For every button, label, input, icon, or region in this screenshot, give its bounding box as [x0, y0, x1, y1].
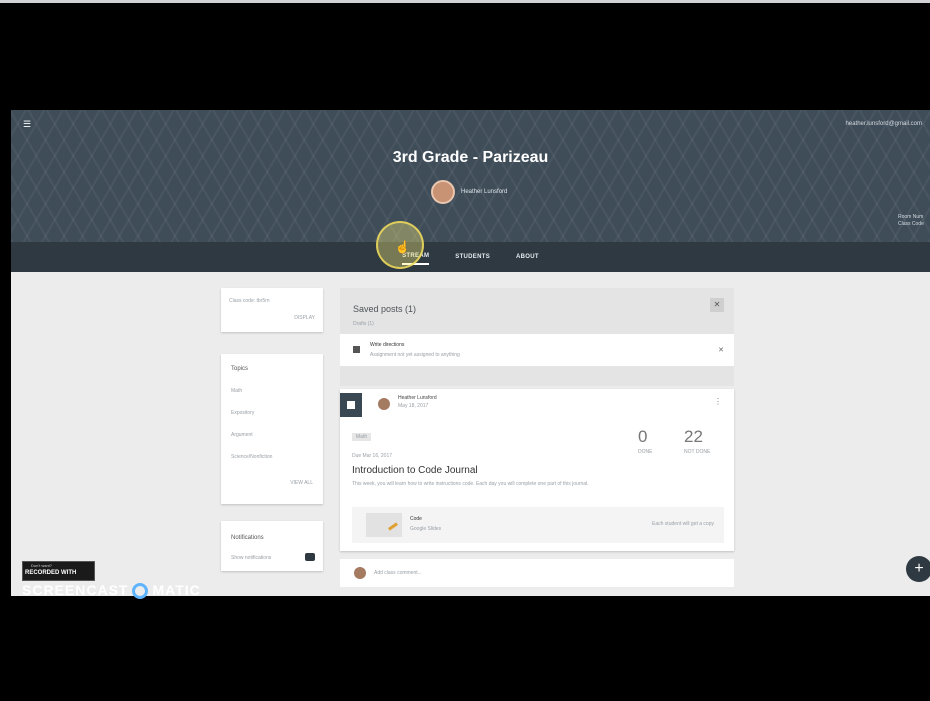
attachment-title: Code: [410, 516, 422, 522]
saved-post-title: Write directions: [370, 342, 405, 348]
toggle-switch[interactable]: [305, 553, 315, 561]
account-email[interactable]: heather.lunsford@gmail.com: [846, 121, 922, 127]
teacher-name: Heather Lunsford: [461, 189, 508, 195]
screencast-logo-icon: [132, 583, 149, 599]
class-code-card: Class code: tbr5rn DISPLAY: [221, 288, 323, 332]
attachment-subtitle: Google Slides: [410, 526, 442, 532]
tab-students[interactable]: STUDENTS: [455, 250, 490, 264]
notifications-card: Notifications Show notifications: [221, 521, 323, 571]
teacher-chip: Heather Lunsford: [431, 180, 507, 204]
post-title[interactable]: Introduction to Code Journal: [352, 465, 478, 476]
post-author: Heather Lunsford: [398, 395, 437, 401]
class-nav: STREAM STUDENTS ABOUT: [11, 242, 930, 272]
watermark-brand-right: MATIC: [152, 582, 201, 598]
close-icon[interactable]: ✕: [710, 298, 724, 312]
topics-card: Topics Math Expository Argument Science/…: [221, 354, 323, 504]
done-label: DONE: [638, 449, 653, 455]
author-avatar: [378, 398, 390, 410]
more-options-icon[interactable]: ⋮: [714, 397, 722, 406]
done-count[interactable]: 0: [638, 427, 647, 447]
class-code-label: Class code: tbr5rn: [229, 298, 270, 304]
saved-posts-title: Saved posts (1): [353, 304, 417, 314]
watermark-small-text: Don't want?: [31, 563, 52, 568]
hand-cursor-icon: ☝: [395, 240, 410, 254]
saved-post-item[interactable]: Write directions Assignment not yet assi…: [340, 334, 734, 366]
saved-posts-panel: Saved posts (1) Drafts (1) ✕ Write direc…: [340, 288, 734, 386]
topics-title: Topics: [231, 366, 249, 372]
view-all-link[interactable]: VIEW ALL: [290, 480, 313, 486]
class-banner: ☰ heather.lunsford@gmail.com 3rd Grade -…: [11, 110, 930, 242]
tab-about[interactable]: ABOUT: [516, 250, 539, 264]
class-title: 3rd Grade - Parizeau: [392, 149, 549, 166]
comment-placeholder: Add class comment...: [374, 570, 422, 576]
attachment[interactable]: Code Google Slides Each student will get…: [352, 507, 724, 543]
watermark-brand: SCREENCAST MATIC: [22, 582, 201, 599]
watermark-recorded: RECORDED WITH: [25, 570, 77, 576]
topic-item[interactable]: Expository: [231, 410, 254, 416]
notifications-text: Show notifications: [231, 555, 272, 561]
classroom-screen: ☰ heather.lunsford@gmail.com 3rd Grade -…: [11, 110, 930, 596]
assignment-icon: [340, 393, 362, 417]
pencil-icon: [388, 522, 398, 531]
watermark-box: Don't want? RECORDED WITH: [22, 561, 95, 581]
add-button[interactable]: +: [906, 556, 930, 582]
saved-posts-subtitle: Drafts (1): [353, 321, 374, 327]
display-button[interactable]: DISPLAY: [294, 315, 315, 321]
topic-item[interactable]: Science/Nonfiction: [231, 454, 272, 460]
menu-icon[interactable]: ☰: [23, 120, 33, 129]
notifications-title: Notifications: [231, 535, 264, 541]
class-comment-box[interactable]: Add class comment...: [340, 559, 734, 587]
teacher-avatar: [431, 180, 455, 204]
assignment-post: Heather Lunsford May 18, 2017 ⋮ Math Due…: [340, 389, 734, 551]
topic-item[interactable]: Argument: [231, 432, 253, 438]
banner-side-note: Room Num Class Code: [898, 214, 924, 227]
post-date: May 18, 2017: [398, 403, 429, 409]
due-date: Due Mar 16, 2017: [352, 453, 393, 459]
topic-item[interactable]: Math: [231, 388, 242, 394]
attachment-copy-note: Each student will get a copy: [652, 521, 714, 527]
attachment-thumbnail: [366, 513, 402, 537]
saved-post-close-icon[interactable]: ✕: [718, 346, 724, 354]
top-strip: [0, 0, 930, 3]
post-body: This week, you will learn how to write i…: [352, 481, 589, 487]
saved-post-subtitle: Assignment not yet assigned to anything: [370, 352, 460, 358]
not-done-count[interactable]: 22: [684, 427, 703, 447]
document-icon: [353, 346, 360, 353]
not-done-label: NOT DONE: [684, 449, 711, 455]
user-avatar: [354, 567, 366, 579]
topic-badge: Math: [352, 433, 372, 441]
watermark-brand-left: SCREENCAST: [22, 582, 129, 598]
